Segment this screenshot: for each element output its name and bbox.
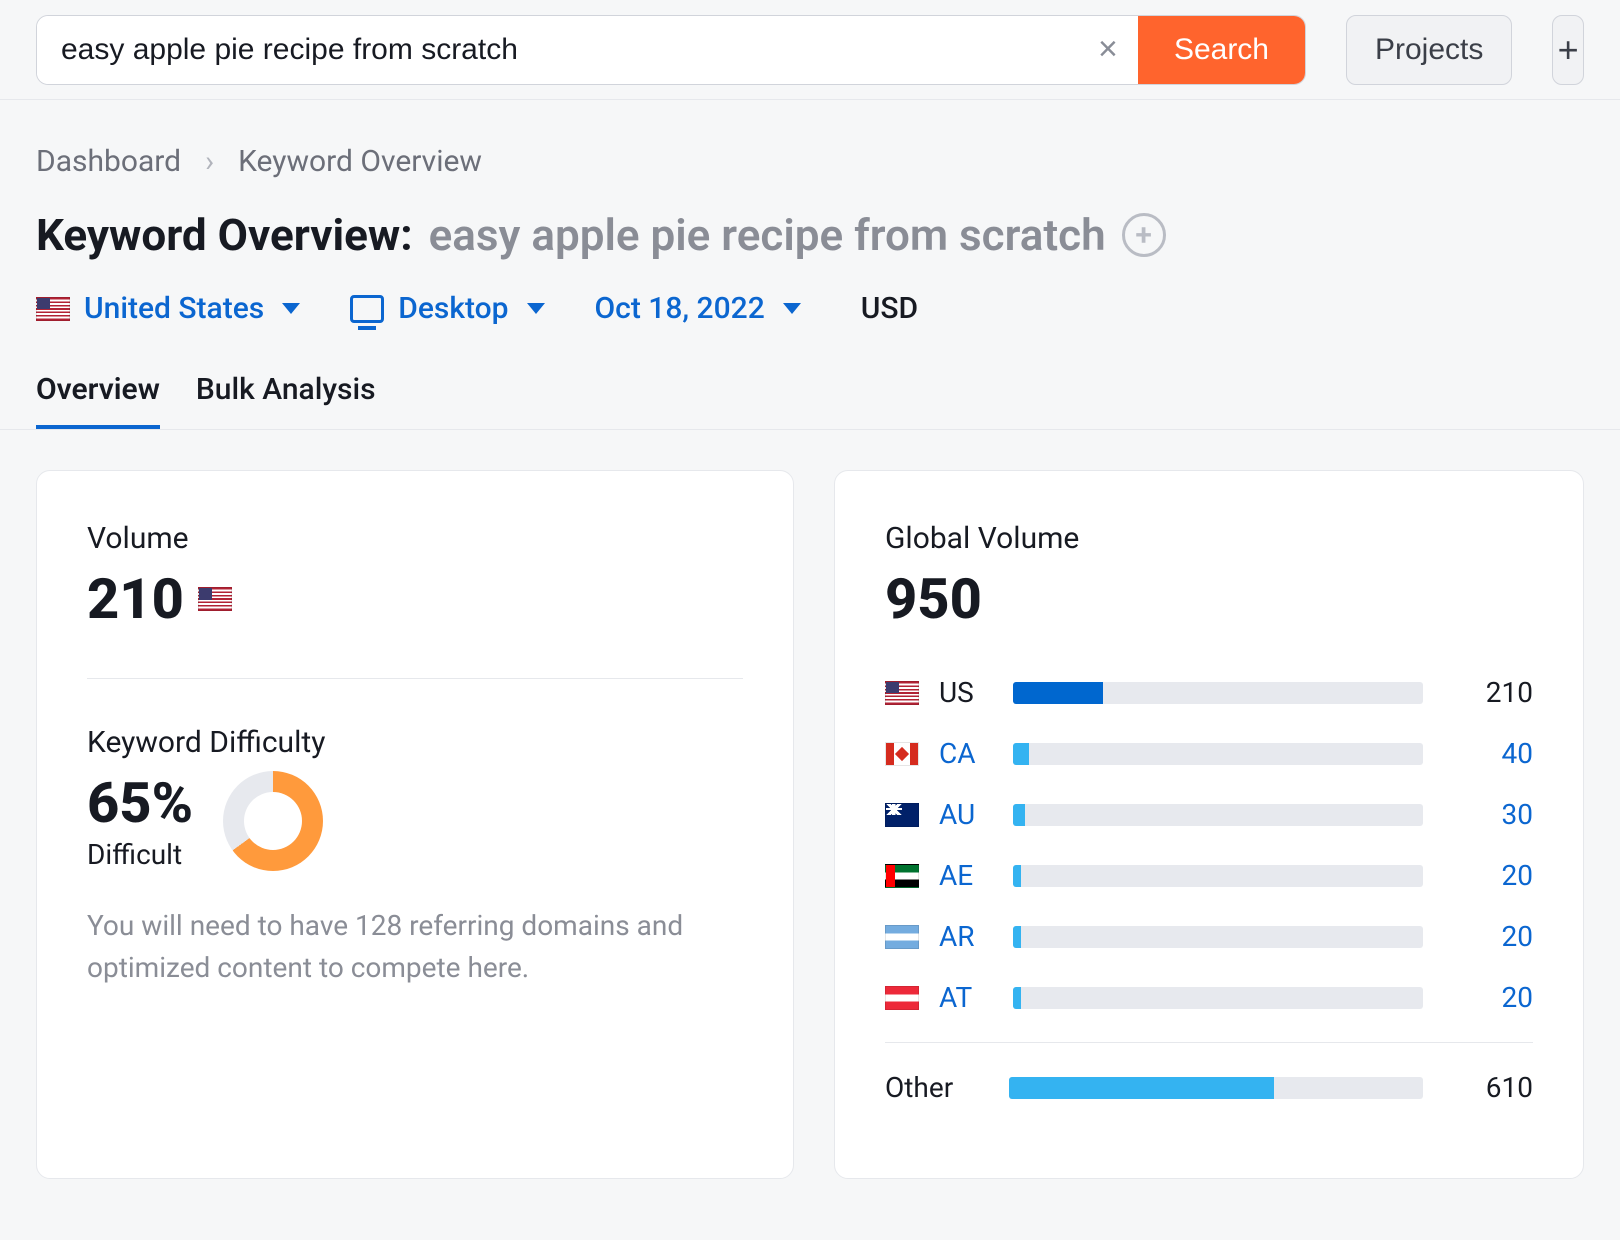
desktop-icon bbox=[350, 295, 384, 323]
country-code: AR bbox=[939, 920, 993, 953]
country-volume: 20 bbox=[1443, 981, 1533, 1014]
global-volume-row[interactable]: AR 20 bbox=[885, 906, 1533, 967]
volume-number: 210 bbox=[87, 566, 184, 632]
date-selector-label: Oct 18, 2022 bbox=[595, 291, 765, 326]
kd-note: You will need to have 128 referring doma… bbox=[87, 905, 707, 989]
global-volume-total: 950 bbox=[885, 566, 1533, 632]
projects-button[interactable]: Projects bbox=[1346, 15, 1512, 85]
volume-bar bbox=[1013, 804, 1423, 826]
breadcrumb-current: Keyword Overview bbox=[238, 144, 482, 179]
tab-bar: Overview Bulk Analysis bbox=[0, 372, 1620, 430]
global-volume-row[interactable]: AU 30 bbox=[885, 784, 1533, 845]
search-button[interactable]: Search bbox=[1138, 16, 1305, 84]
search-input[interactable] bbox=[37, 16, 1078, 84]
country-volume: 40 bbox=[1443, 737, 1533, 770]
volume-label: Volume bbox=[87, 521, 743, 556]
volume-bar bbox=[1013, 926, 1423, 948]
flag-au-icon bbox=[885, 803, 919, 827]
search-container: × Search bbox=[36, 15, 1306, 85]
breadcrumb-root[interactable]: Dashboard bbox=[36, 144, 181, 179]
chevron-down-icon bbox=[282, 303, 300, 314]
top-bar: × Search Projects + bbox=[0, 0, 1620, 100]
chevron-right-icon: › bbox=[205, 144, 214, 179]
volume-bar bbox=[1013, 682, 1423, 704]
global-volume-row[interactable]: AE 20 bbox=[885, 845, 1533, 906]
cards-row: Volume 210 Keyword Difficulty 65% Diffic… bbox=[0, 430, 1620, 1219]
volume-bar bbox=[1013, 865, 1423, 887]
flag-us-icon bbox=[885, 681, 919, 705]
tab-overview[interactable]: Overview bbox=[36, 372, 160, 429]
country-volume: 20 bbox=[1443, 859, 1533, 892]
global-volume-card: Global Volume 950 US210CA40AU30AE20AR20A… bbox=[834, 470, 1584, 1179]
filter-bar: United States Desktop Oct 18, 2022 USD bbox=[0, 291, 1620, 372]
volume-value: 210 bbox=[87, 566, 743, 632]
country-code: AU bbox=[939, 798, 993, 831]
country-code: US bbox=[939, 676, 993, 709]
country-volume: 30 bbox=[1443, 798, 1533, 831]
country-code: AE bbox=[939, 859, 993, 892]
other-volume: 610 bbox=[1443, 1071, 1533, 1104]
page-title: Keyword Overview: easy apple pie recipe … bbox=[0, 199, 1620, 291]
global-volume-other-row: Other 610 bbox=[885, 1057, 1533, 1118]
date-selector[interactable]: Oct 18, 2022 bbox=[595, 291, 801, 326]
add-button[interactable]: + bbox=[1552, 15, 1584, 85]
kd-donut-chart bbox=[223, 771, 323, 871]
kd-level: Difficult bbox=[87, 838, 193, 871]
currency-label: USD bbox=[861, 291, 918, 326]
kd-label: Keyword Difficulty bbox=[87, 725, 743, 760]
divider bbox=[87, 678, 743, 679]
clear-search-button[interactable]: × bbox=[1078, 16, 1138, 84]
flag-us-icon bbox=[198, 587, 232, 611]
global-volume-row[interactable]: CA 40 bbox=[885, 723, 1533, 784]
chevron-down-icon bbox=[783, 303, 801, 314]
page-title-keyword: easy apple pie recipe from scratch bbox=[429, 209, 1106, 261]
flag-ar-icon bbox=[885, 925, 919, 949]
country-code: AT bbox=[939, 981, 993, 1014]
volume-bar bbox=[1009, 1077, 1423, 1099]
chevron-down-icon bbox=[527, 303, 545, 314]
divider bbox=[885, 1042, 1533, 1043]
country-volume: 20 bbox=[1443, 920, 1533, 953]
breadcrumb: Dashboard › Keyword Overview bbox=[0, 100, 1620, 199]
volume-bar bbox=[1013, 987, 1423, 1009]
country-code: CA bbox=[939, 737, 993, 770]
kd-value: 65% bbox=[87, 770, 193, 836]
volume-card: Volume 210 Keyword Difficulty 65% Diffic… bbox=[36, 470, 794, 1179]
global-volume-row[interactable]: AT 20 bbox=[885, 967, 1533, 1028]
plus-icon: + bbox=[1135, 218, 1152, 253]
page-title-prefix: Keyword Overview: bbox=[36, 209, 413, 261]
global-volume-list: US 210 CA 40 AU 30 AE 20 AR 20 AT 20 Other 610 bbox=[885, 662, 1533, 1118]
flag-ae-icon bbox=[885, 864, 919, 888]
country-volume: 210 bbox=[1443, 676, 1533, 709]
volume-bar bbox=[1013, 743, 1423, 765]
add-keyword-button[interactable]: + bbox=[1122, 213, 1166, 257]
plus-icon: + bbox=[1558, 29, 1579, 71]
device-selector-label: Desktop bbox=[398, 291, 508, 326]
country-selector[interactable]: United States bbox=[36, 291, 300, 326]
country-selector-label: United States bbox=[84, 291, 264, 326]
close-icon: × bbox=[1098, 30, 1118, 69]
global-volume-label: Global Volume bbox=[885, 521, 1533, 556]
tab-bulk-analysis[interactable]: Bulk Analysis bbox=[196, 372, 376, 429]
flag-at-icon bbox=[885, 986, 919, 1010]
kd-row: 65% Difficult bbox=[87, 770, 743, 871]
global-volume-number: 950 bbox=[885, 566, 982, 632]
global-volume-row: US 210 bbox=[885, 662, 1533, 723]
device-selector[interactable]: Desktop bbox=[350, 291, 544, 326]
other-label: Other bbox=[885, 1071, 989, 1104]
flag-us-icon bbox=[36, 297, 70, 321]
flag-ca-icon bbox=[885, 742, 919, 766]
